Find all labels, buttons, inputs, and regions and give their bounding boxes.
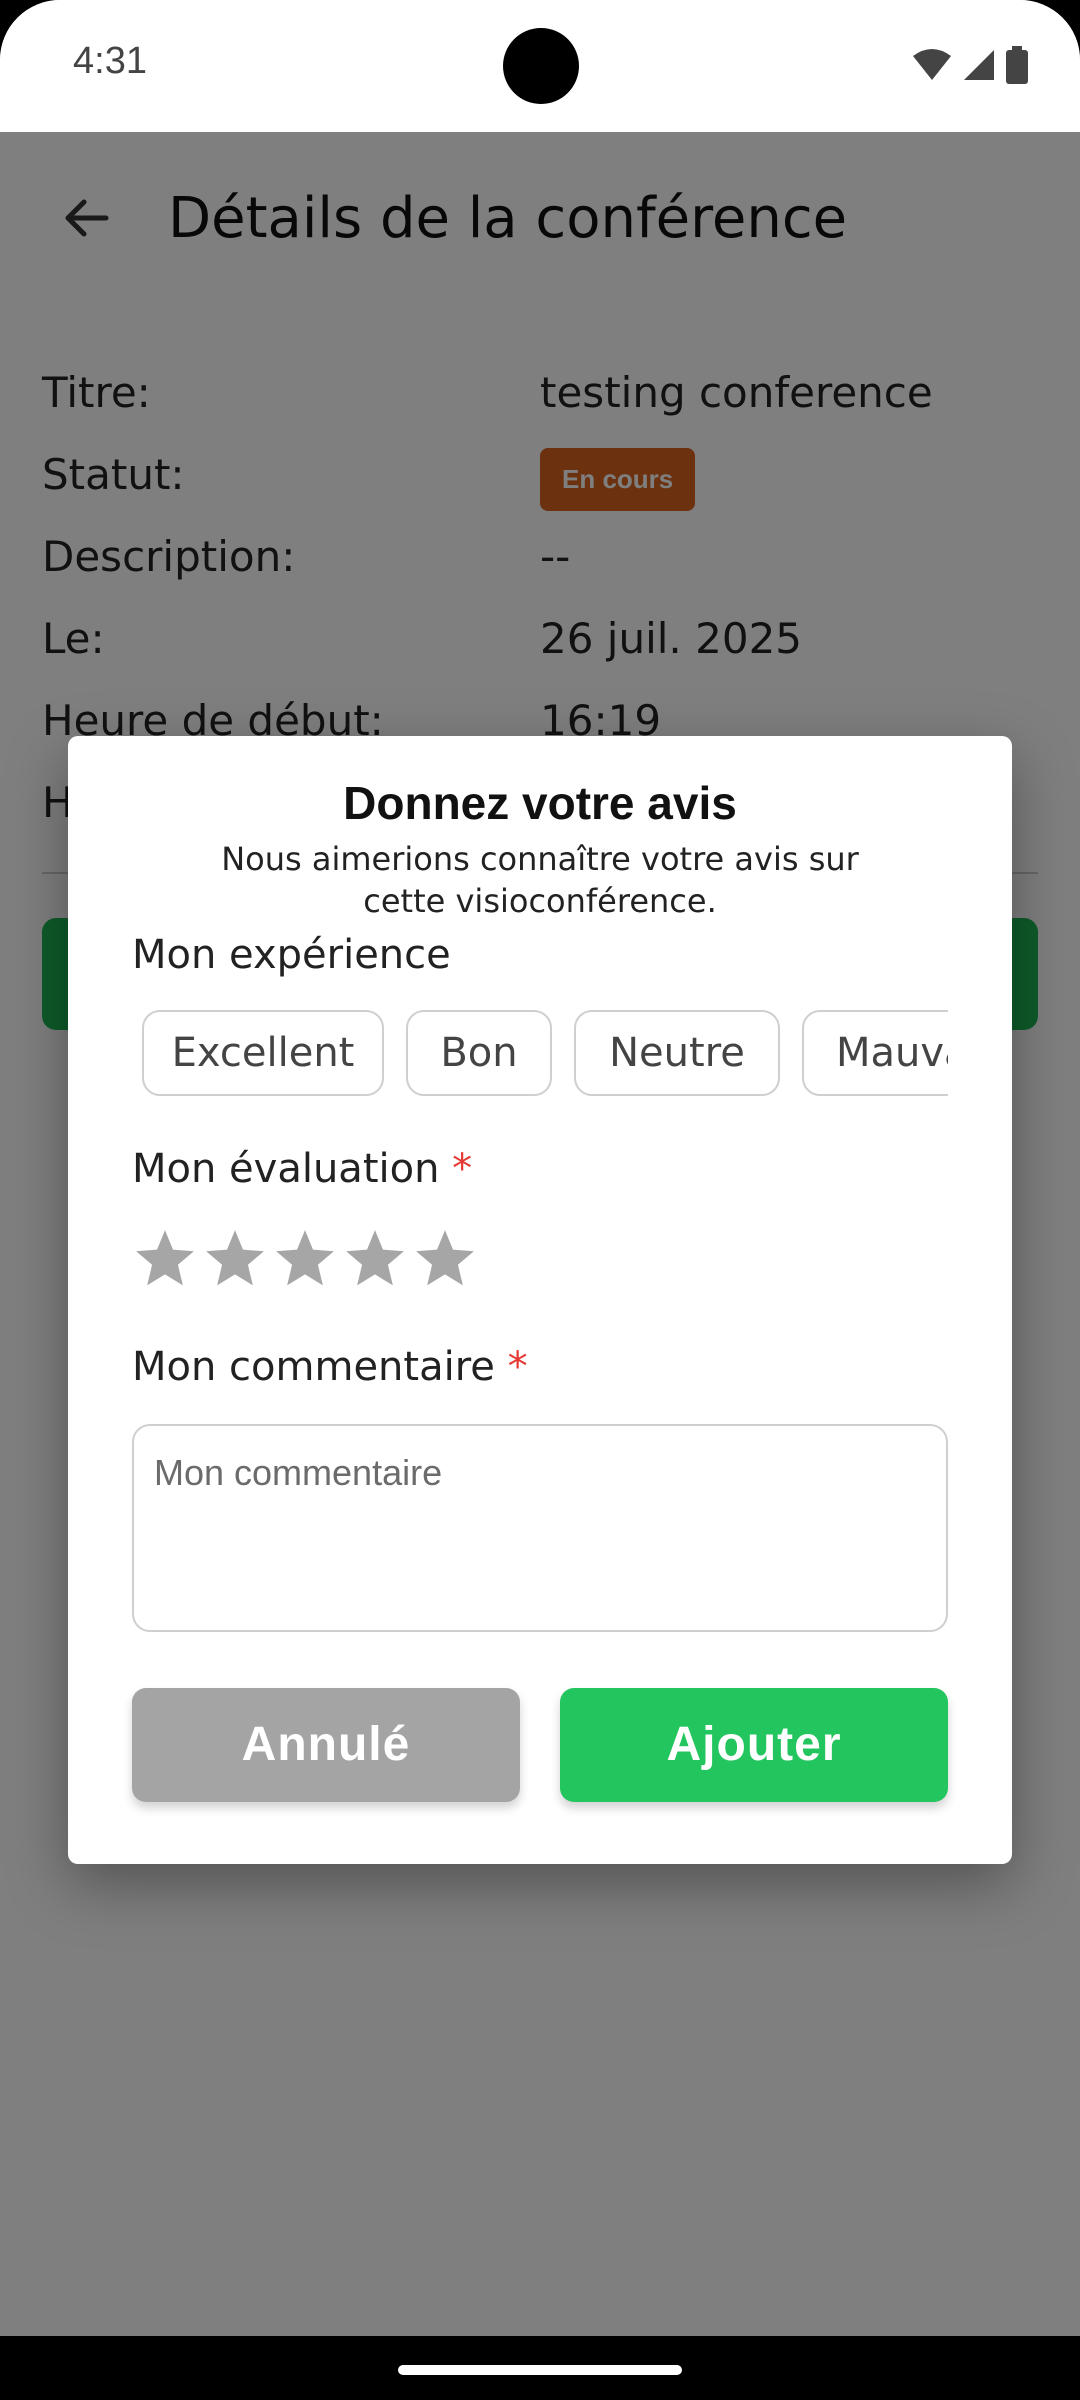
add-button[interactable]: Ajouter <box>560 1688 948 1802</box>
experience-label: Mon expérience <box>132 932 451 978</box>
star-icon[interactable] <box>342 1226 408 1292</box>
chip-neutre[interactable]: Neutre <box>574 1010 780 1096</box>
status-time: 4:31 <box>73 40 147 82</box>
chip-mauvais[interactable]: Mauvais <box>802 1010 948 1096</box>
star-icon[interactable] <box>202 1226 268 1292</box>
rating-label: Mon évaluation * <box>132 1146 472 1192</box>
status-icons <box>912 46 1028 84</box>
comment-label-text: Mon commentaire <box>132 1344 495 1390</box>
chip-bon[interactable]: Bon <box>406 1010 552 1096</box>
star-icon[interactable] <box>132 1226 198 1292</box>
cancel-button[interactable]: Annulé <box>132 1688 520 1802</box>
rating-label-text: Mon évaluation <box>132 1146 440 1192</box>
comment-textarea[interactable]: Mon commentaire <box>132 1424 948 1632</box>
feedback-dialog: Donnez votre avis Nous aimerions connaît… <box>68 736 1012 1864</box>
wifi-icon <box>913 49 951 80</box>
battery-icon <box>1006 46 1028 84</box>
dialog-title: Donnez votre avis <box>343 777 737 829</box>
star-rating[interactable] <box>132 1226 478 1292</box>
star-icon[interactable] <box>272 1226 338 1292</box>
dialog-subtitle: Nous aimerions connaître votre avis sur … <box>221 840 859 920</box>
camera-cutout <box>503 28 579 104</box>
star-icon[interactable] <box>412 1226 478 1292</box>
chip-excellent[interactable]: Excellent <box>142 1010 384 1096</box>
home-indicator[interactable] <box>398 2365 682 2375</box>
comment-label: Mon commentaire * <box>132 1344 528 1390</box>
required-asterisk: * <box>507 1344 528 1390</box>
experience-chip-list[interactable]: Excellent Bon Neutre Mauvais <box>132 1010 948 1102</box>
status-bar: 4:31 <box>0 0 1080 132</box>
signal-icon <box>964 50 994 80</box>
required-asterisk: * <box>452 1146 473 1192</box>
comment-placeholder: Mon commentaire <box>154 1452 443 1493</box>
